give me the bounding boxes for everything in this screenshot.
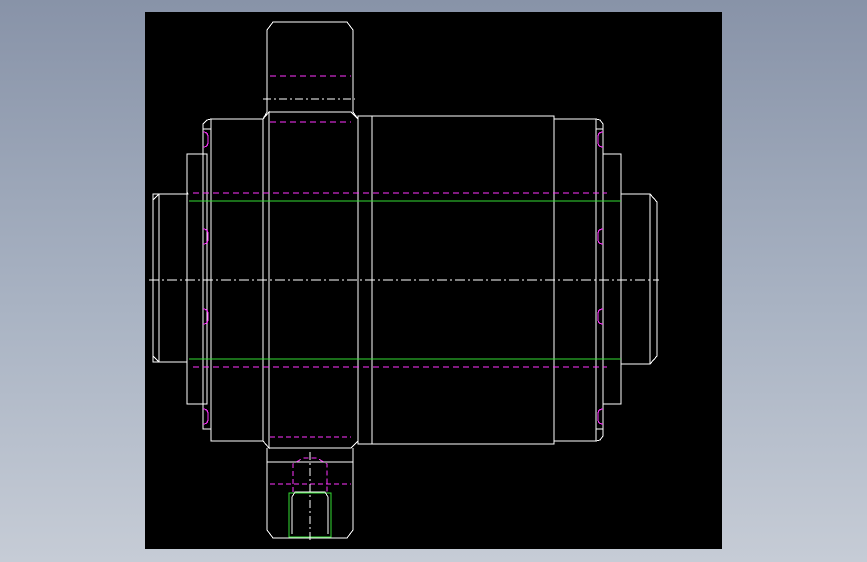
cad-viewport[interactable] <box>145 12 722 549</box>
right-end-cap <box>621 193 658 365</box>
bores <box>193 192 607 368</box>
left-end-cap <box>152 191 189 363</box>
cad-drawing <box>149 21 659 542</box>
right-bolts <box>597 131 604 425</box>
top-port <box>262 21 359 120</box>
bottom-port-thread <box>288 492 332 538</box>
